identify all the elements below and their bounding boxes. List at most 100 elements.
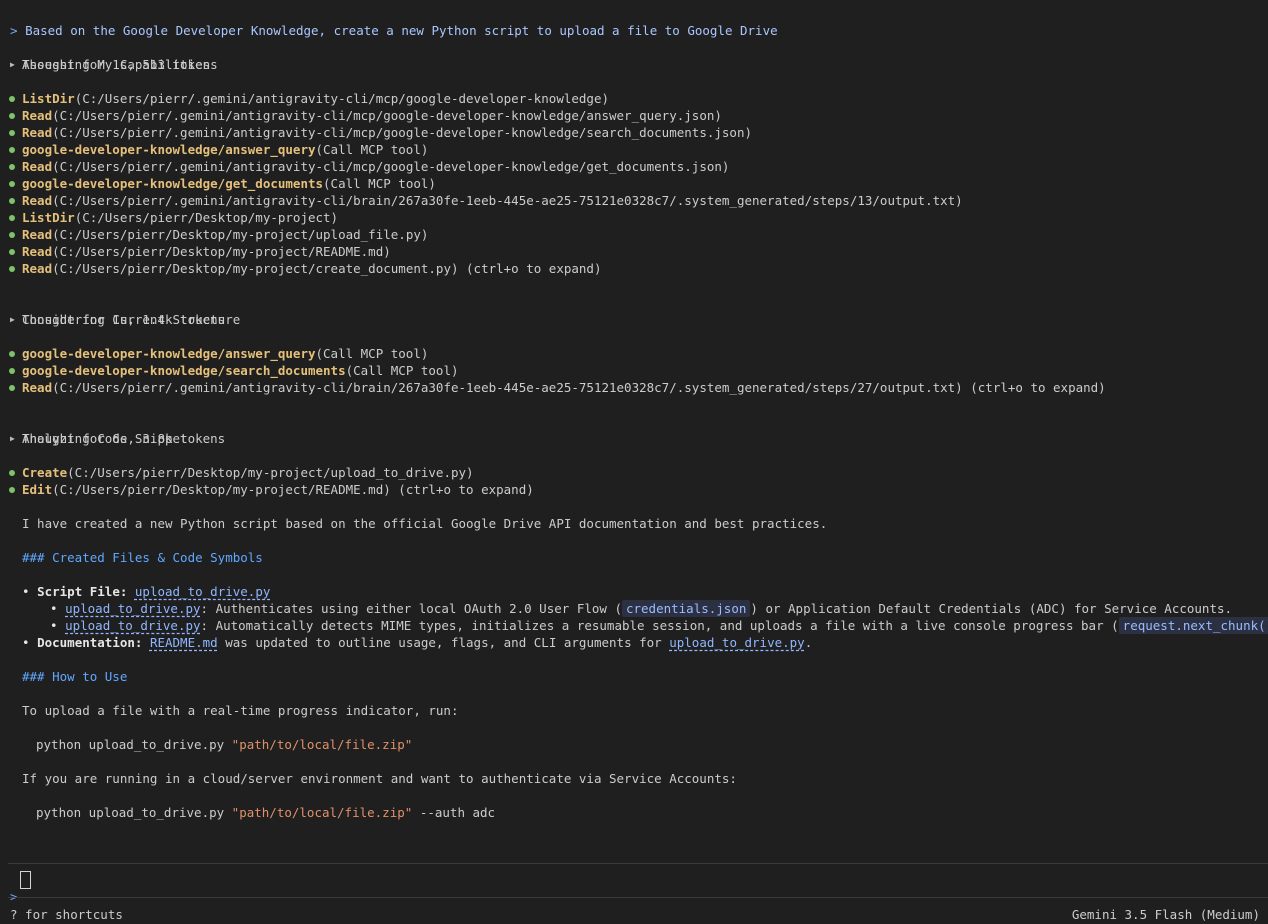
success-dot-icon [9, 368, 15, 374]
bullet: • [50, 601, 58, 616]
success-dot-icon [9, 181, 15, 187]
expand-triangle-icon[interactable]: ▶ [10, 56, 15, 73]
bullet: • [50, 618, 58, 633]
tool-arg: (C:/Users/pierr/.gemini/antigravity-cli/… [74, 91, 610, 106]
tool-arg: (C:/Users/pierr/Desktop/my-project/READM… [52, 482, 534, 497]
success-dot-icon [9, 164, 15, 170]
thought-block[interactable]: ▶ Thought for 1s, 1.4k tokens [10, 294, 225, 327]
input-top-divider [8, 863, 1268, 864]
file-link[interactable]: upload_to_drive.py [65, 618, 200, 633]
tool-arg: (C:/Users/pierr/Desktop/my-project/READM… [52, 244, 391, 259]
success-dot-icon [9, 147, 15, 153]
tool-call[interactable]: Read(C:/Users/pierr/.gemini/antigravity-… [9, 107, 722, 124]
success-dot-icon [9, 113, 15, 119]
tool-arg: (C:/Users/pierr/.gemini/antigravity-cli/… [52, 125, 752, 140]
usage-text: If you are running in a cloud/server env… [22, 771, 737, 786]
tool-call[interactable]: google-developer-knowledge/get_documents… [9, 175, 436, 192]
section-heading: ### How to Use [22, 669, 128, 684]
success-dot-icon [9, 266, 15, 272]
expand-triangle-icon[interactable]: ▶ [10, 430, 15, 447]
thought-block[interactable]: ▶ Thought for 1s, 513 tokens [10, 39, 218, 72]
usage-text: To upload a file with a real-time progre… [22, 703, 459, 718]
tool-arg: (Call MCP tool) [345, 363, 459, 378]
tool-call[interactable]: google-developer-knowledge/answer_query(… [9, 141, 429, 158]
tool-call[interactable]: Read(C:/Users/pierr/.gemini/antigravity-… [9, 124, 752, 141]
tool-name: Read [22, 108, 53, 123]
list-item: • Script File: upload_to_drive.py [22, 583, 270, 600]
prompt-caret: > [10, 23, 18, 38]
code-command: python upload_to_drive.py "path/to/local… [36, 804, 495, 821]
tool-call[interactable]: Read(C:/Users/pierr/.gemini/antigravity-… [9, 379, 1106, 396]
response-intro: I have created a new Python script based… [22, 516, 828, 531]
tool-name: google-developer-knowledge/answer_query [22, 142, 316, 157]
file-link[interactable]: upload_to_drive.py [135, 584, 270, 599]
tool-arg: (C:/Users/pierr/.gemini/antigravity-cli/… [52, 193, 963, 208]
expand-triangle-icon[interactable]: ▶ [10, 311, 15, 328]
tool-name: Read [22, 193, 53, 208]
item-text: : Automatically detects MIME types, init… [200, 618, 1119, 633]
tool-call[interactable]: Read(C:/Users/pierr/.gemini/antigravity-… [9, 158, 729, 175]
tool-call[interactable]: ListDir(C:/Users/pierr/.gemini/antigravi… [9, 90, 610, 107]
command-text: python upload_to_drive.py [36, 805, 232, 820]
list-item: • Documentation: README.md was updated t… [22, 634, 812, 651]
tool-name: Read [22, 159, 53, 174]
tool-arg: (Call MCP tool) [315, 142, 429, 157]
tool-arg: (C:/Users/pierr/Desktop/my-project/uploa… [52, 227, 429, 242]
tool-call[interactable]: google-developer-knowledge/search_docume… [9, 362, 459, 379]
inline-code: request.next_chunk() [1118, 617, 1268, 634]
sub-list-item: • upload_to_drive.py: Automatically dete… [50, 617, 1268, 634]
tool-arg: (C:/Users/pierr/Desktop/my-project/creat… [52, 261, 602, 276]
tool-name: google-developer-knowledge/answer_query [22, 346, 316, 361]
tool-name: Read [22, 261, 53, 276]
tool-arg: (Call MCP tool) [315, 346, 429, 361]
model-indicator[interactable]: Gemini 3.5 Flash (Medium) [1072, 906, 1260, 923]
tool-name: ListDir [22, 91, 75, 106]
tool-call[interactable]: Create(C:/Users/pierr/Desktop/my-project… [9, 464, 474, 481]
thought-block[interactable]: ▶ Thought for 6s, 3.8k tokens [10, 413, 225, 446]
tool-call[interactable]: ListDir(C:/Users/pierr/Desktop/my-projec… [9, 209, 338, 226]
sub-list-item: • upload_to_drive.py: Authenticates usin… [50, 600, 1232, 617]
success-dot-icon [9, 198, 15, 204]
inline-code: credentials.json [621, 600, 751, 617]
input-bottom-divider [8, 897, 1268, 898]
tool-arg: (C:/Users/pierr/.gemini/antigravity-cli/… [52, 108, 722, 123]
code-command: python upload_to_drive.py "path/to/local… [36, 736, 412, 753]
item-text: : Authenticates using either local OAuth… [200, 601, 622, 616]
command-flags: --auth adc [412, 805, 496, 820]
success-dot-icon [9, 249, 15, 255]
tool-call[interactable]: Read(C:/Users/pierr/Desktop/my-project/u… [9, 226, 429, 243]
thought-title: Assessing My Capabilities [22, 57, 211, 72]
shortcuts-hint: ? for shortcuts [10, 907, 123, 922]
tool-call[interactable]: Read(C:/Users/pierr/Desktop/my-project/R… [9, 243, 391, 260]
tool-call[interactable]: Read(C:/Users/pierr/.gemini/antigravity-… [9, 192, 963, 209]
tool-call[interactable]: Read(C:/Users/pierr/Desktop/my-project/c… [9, 260, 602, 277]
section-heading: ### Created Files & Code Symbols [22, 550, 263, 565]
tool-call[interactable]: google-developer-knowledge/answer_query(… [9, 345, 429, 362]
item-text: ) or Application Default Credentials (AD… [750, 601, 1233, 616]
tool-call[interactable]: Edit(C:/Users/pierr/Desktop/my-project/R… [9, 481, 534, 498]
success-dot-icon [9, 470, 15, 476]
file-link[interactable]: README.md [150, 635, 218, 650]
input-row[interactable]: > [10, 871, 18, 904]
tool-name: Read [22, 380, 53, 395]
prompt-text: Based on the Google Developer Knowledge,… [25, 23, 778, 38]
bullet: • [22, 584, 30, 599]
bullet: • [22, 635, 30, 650]
item-text: . [804, 635, 813, 650]
tool-name: google-developer-knowledge/search_docume… [22, 363, 346, 378]
tool-arg: (Call MCP tool) [323, 176, 436, 191]
success-dot-icon [9, 215, 15, 221]
success-dot-icon [9, 232, 15, 238]
command-text: python upload_to_drive.py [36, 737, 232, 752]
tool-arg: (C:/Users/pierr/Desktop/my-project/uploa… [67, 465, 474, 480]
file-link[interactable]: upload_to_drive.py [65, 601, 200, 616]
user-prompt: > Based on the Google Developer Knowledg… [10, 5, 778, 38]
success-dot-icon [9, 130, 15, 136]
file-link[interactable]: upload_to_drive.py [669, 635, 804, 650]
tool-name: Read [22, 227, 53, 242]
command-string: "path/to/local/file.zip" [231, 805, 413, 820]
tool-name: Create [22, 465, 68, 480]
tool-arg: (C:/Users/pierr/.gemini/antigravity-cli/… [52, 380, 1106, 395]
success-dot-icon [9, 385, 15, 391]
text-input[interactable] [20, 871, 31, 889]
